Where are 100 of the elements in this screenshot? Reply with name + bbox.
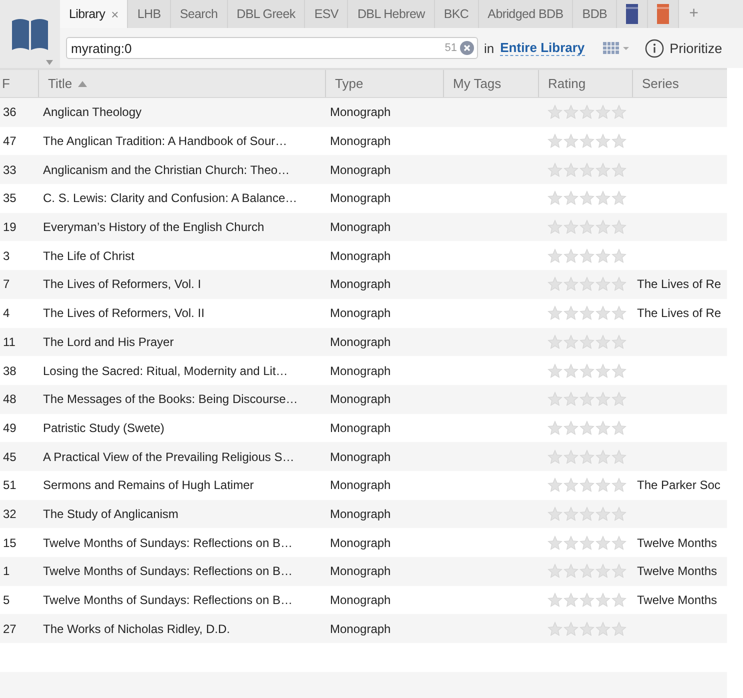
star-icon[interactable]	[547, 534, 563, 551]
star-icon[interactable]	[563, 563, 579, 580]
star-icon[interactable]	[579, 391, 595, 408]
column-header[interactable]: Title	[38, 70, 325, 97]
star-icon[interactable]	[579, 362, 595, 379]
star-icon[interactable]	[595, 248, 611, 264]
star-icon[interactable]	[595, 420, 611, 436]
star-icon[interactable]	[611, 420, 627, 436]
star-icon[interactable]	[547, 362, 563, 379]
star-icon[interactable]	[595, 391, 611, 408]
star-icon[interactable]	[547, 190, 563, 206]
star-icon[interactable]	[563, 592, 579, 608]
star-icon[interactable]	[595, 305, 611, 322]
columns-icon[interactable]	[602, 42, 631, 54]
star-icon[interactable]	[563, 477, 579, 494]
star-icon[interactable]	[579, 248, 595, 264]
column-header[interactable]: Type	[325, 70, 443, 97]
star-icon[interactable]	[611, 620, 627, 637]
star-icon[interactable]	[611, 391, 627, 408]
star-icon[interactable]	[611, 592, 627, 608]
star-icon[interactable]	[547, 506, 563, 522]
star-icon[interactable]	[563, 448, 579, 465]
star-icon[interactable]	[579, 563, 595, 580]
star-icon[interactable]	[563, 620, 579, 637]
star-icon[interactable]	[547, 104, 563, 120]
add-tab-button[interactable]: +	[679, 0, 708, 28]
star-icon[interactable]	[595, 534, 611, 551]
star-icon[interactable]	[563, 248, 579, 264]
star-icon[interactable]	[611, 477, 627, 494]
star-icon[interactable]	[579, 276, 595, 292]
star-icon[interactable]	[611, 276, 627, 292]
tab[interactable]	[648, 0, 680, 28]
tab[interactable]: DBL Hebrew	[348, 0, 435, 28]
star-icon[interactable]	[611, 506, 627, 522]
star-icon[interactable]	[611, 448, 627, 465]
scope-link[interactable]: Entire Library	[500, 40, 585, 56]
star-icon[interactable]	[595, 219, 611, 236]
star-icon[interactable]	[611, 162, 627, 178]
star-icon[interactable]	[563, 506, 579, 522]
star-icon[interactable]	[579, 162, 595, 178]
star-icon[interactable]	[547, 477, 563, 494]
tab[interactable]: BKC	[434, 0, 479, 28]
star-icon[interactable]	[611, 334, 627, 350]
tab[interactable]: BDB	[573, 0, 618, 28]
star-icon[interactable]	[547, 448, 563, 465]
star-icon[interactable]	[563, 162, 579, 178]
tab[interactable]: Abridged BDB	[478, 0, 574, 28]
star-icon[interactable]	[547, 563, 563, 580]
star-icon[interactable]	[563, 305, 579, 322]
tab[interactable]: LHB	[128, 0, 171, 28]
info-icon[interactable]	[644, 38, 664, 58]
star-icon[interactable]	[595, 162, 611, 178]
star-icon[interactable]	[611, 305, 627, 322]
star-icon[interactable]	[579, 477, 595, 494]
tab[interactable]: DBL Greek	[228, 0, 306, 28]
star-icon[interactable]	[563, 420, 579, 436]
close-tab-button[interactable]: ×	[111, 6, 118, 22]
star-icon[interactable]	[563, 534, 579, 551]
star-icon[interactable]	[595, 477, 611, 494]
star-icon[interactable]	[611, 248, 627, 264]
star-icon[interactable]	[595, 563, 611, 580]
star-icon[interactable]	[547, 391, 563, 408]
star-icon[interactable]	[579, 592, 595, 608]
caret-icon[interactable]	[46, 60, 53, 65]
star-icon[interactable]	[595, 448, 611, 465]
prioritize-button[interactable]: Prioritize	[670, 40, 722, 56]
clear-icon[interactable]	[460, 41, 474, 55]
star-icon[interactable]	[563, 334, 579, 350]
column-header[interactable]: F	[0, 70, 38, 97]
star-icon[interactable]	[579, 534, 595, 551]
star-icon[interactable]	[547, 305, 563, 322]
star-icon[interactable]	[579, 420, 595, 436]
star-icon[interactable]	[611, 534, 627, 551]
star-icon[interactable]	[611, 133, 627, 150]
star-icon[interactable]	[595, 506, 611, 522]
star-icon[interactable]	[547, 162, 563, 178]
column-header[interactable]: Series	[632, 70, 727, 97]
star-icon[interactable]	[595, 362, 611, 379]
star-icon[interactable]	[595, 334, 611, 350]
star-icon[interactable]	[579, 620, 595, 637]
star-icon[interactable]	[579, 334, 595, 350]
library-book-icon[interactable]	[11, 17, 49, 51]
star-icon[interactable]	[563, 190, 579, 206]
tab[interactable]: Library ×	[60, 0, 128, 28]
star-icon[interactable]	[579, 305, 595, 322]
star-icon[interactable]	[563, 133, 579, 150]
star-icon[interactable]	[595, 190, 611, 206]
star-icon[interactable]	[611, 104, 627, 120]
tab[interactable]	[617, 0, 648, 28]
star-icon[interactable]	[547, 133, 563, 150]
star-icon[interactable]	[579, 506, 595, 522]
star-icon[interactable]	[611, 190, 627, 206]
star-icon[interactable]	[579, 448, 595, 465]
star-icon[interactable]	[579, 190, 595, 206]
star-icon[interactable]	[595, 592, 611, 608]
star-icon[interactable]	[595, 620, 611, 637]
tab[interactable]: Search	[170, 0, 228, 28]
star-icon[interactable]	[547, 592, 563, 608]
star-icon[interactable]	[547, 248, 563, 264]
star-icon[interactable]	[563, 104, 579, 120]
